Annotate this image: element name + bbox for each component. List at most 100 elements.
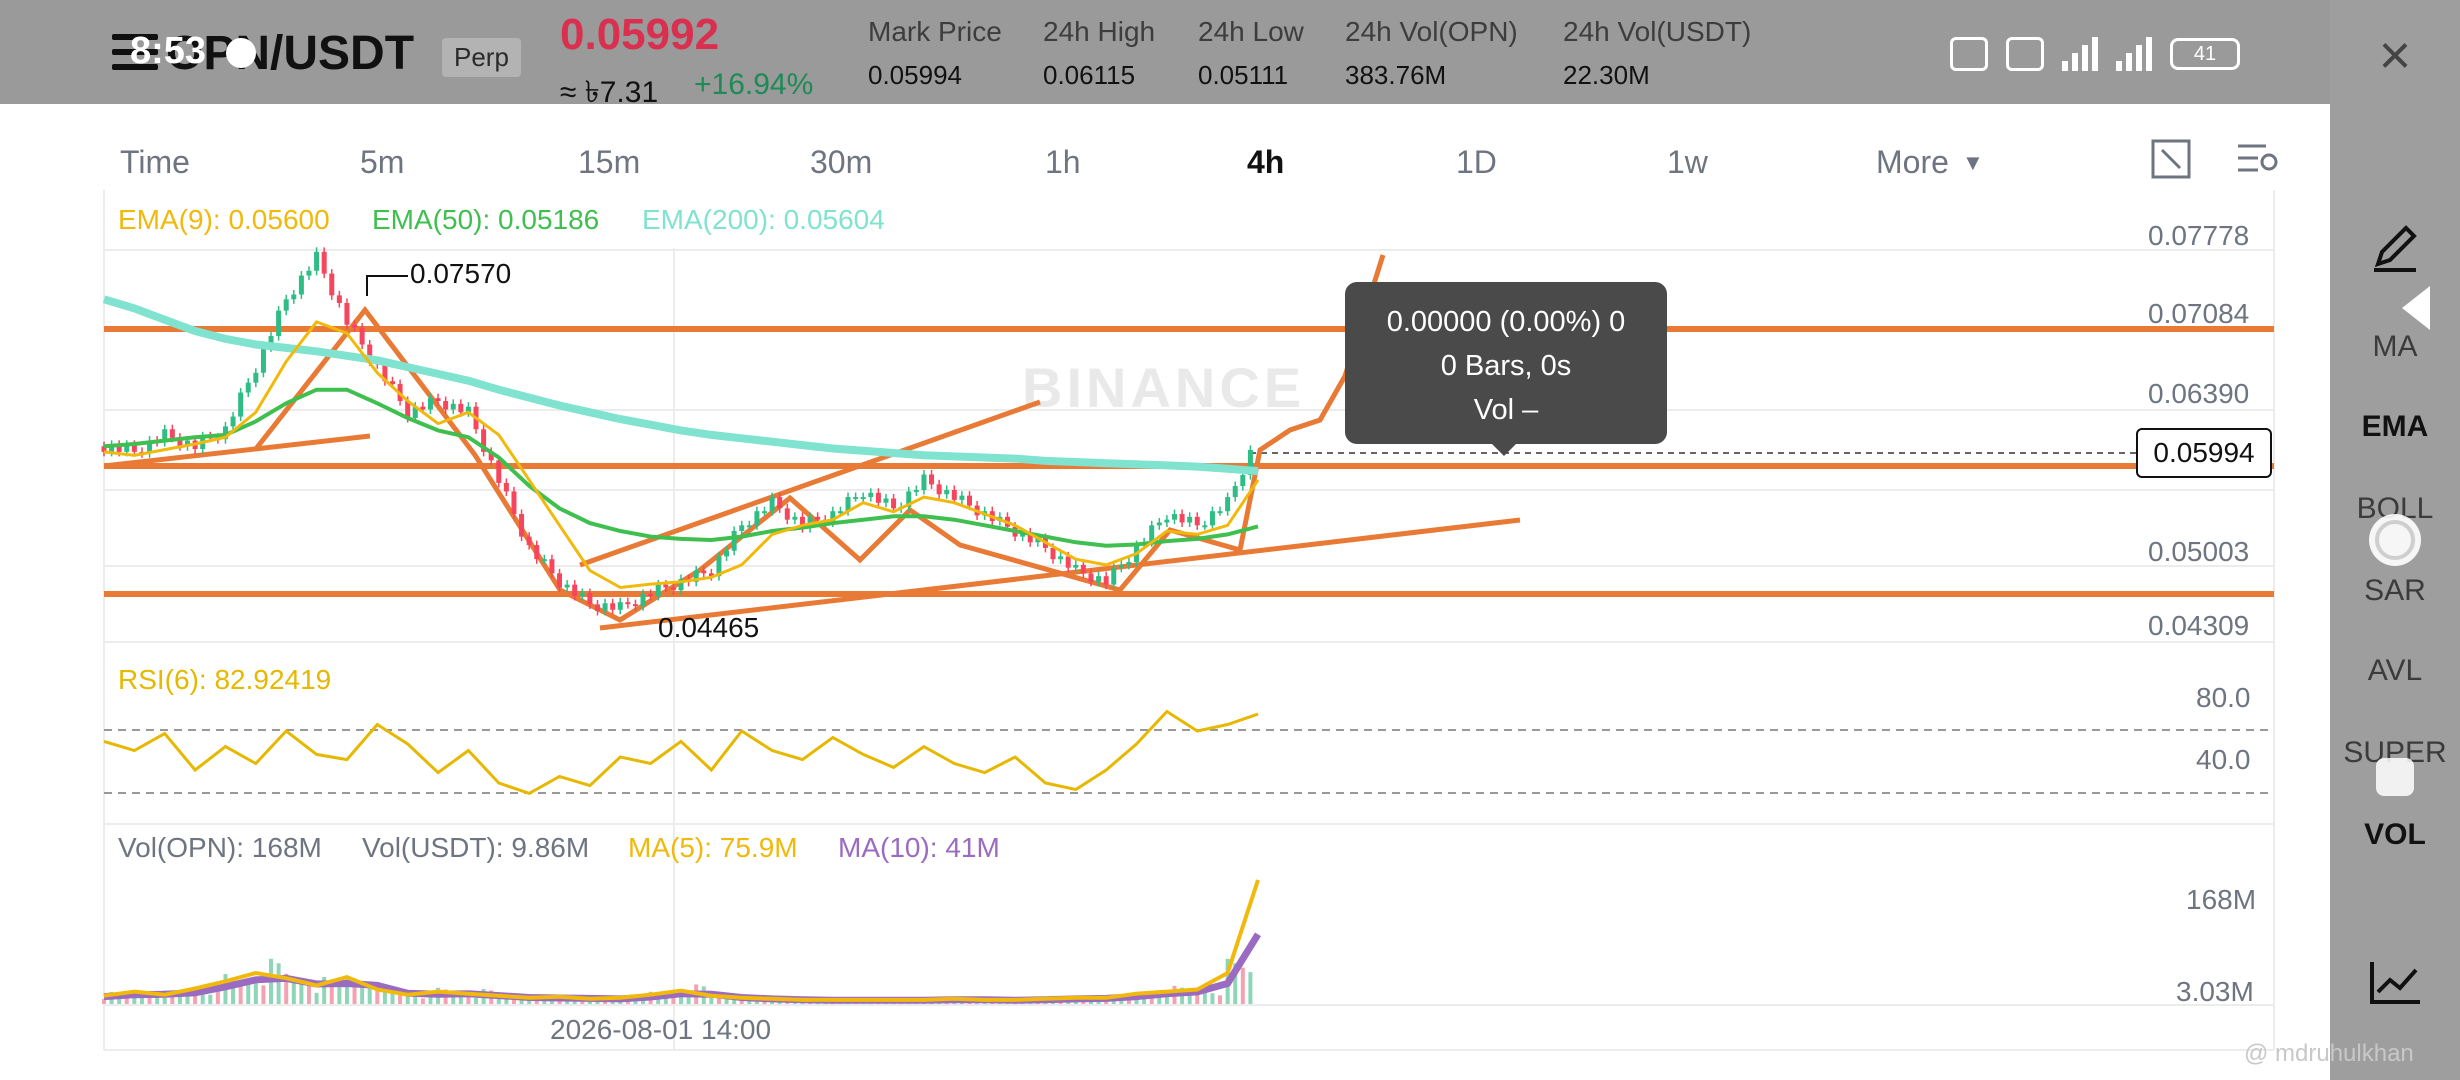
tab-time[interactable]: Time	[120, 144, 190, 181]
candle-body	[458, 403, 464, 413]
chart-canvas[interactable]	[0, 190, 2330, 1060]
tab-5m[interactable]: 5m	[360, 144, 404, 181]
legend-vol-opn: Vol(OPN): 168M	[118, 832, 322, 863]
volume-bar	[253, 980, 258, 1004]
volume-bar	[466, 996, 471, 1004]
close-icon[interactable]: ×	[2330, 20, 2460, 90]
tab-1h[interactable]: 1h	[1045, 144, 1081, 181]
candle-body	[792, 516, 798, 520]
candle-body	[1073, 564, 1079, 568]
candle-body	[883, 498, 889, 503]
stat-label: 24h High	[1043, 16, 1156, 47]
tab-more[interactable]: More	[1876, 144, 1949, 181]
candle-body	[321, 251, 327, 274]
candle-body	[1225, 497, 1231, 512]
stat-24h-vol-opn: 24h Vol(OPN) 383.76M	[1345, 16, 1518, 91]
candle-body	[655, 584, 661, 596]
candle-body	[450, 403, 456, 410]
candle-body	[632, 604, 638, 607]
candle-body	[503, 482, 509, 492]
rsi-tick: 80.0	[2196, 682, 2251, 713]
rsi-line	[103, 709, 1259, 796]
candle-body	[784, 508, 790, 520]
volume-bar	[1248, 972, 1253, 1004]
rsi-tick: 40.0	[2196, 744, 2251, 775]
legend-ema9: EMA(9): 0.05600	[118, 204, 330, 235]
volume-bar	[314, 992, 319, 1004]
ema9-line	[103, 320, 1260, 590]
candle-body	[253, 372, 259, 383]
price-tick: 0.04309	[2148, 610, 2250, 641]
candle-body	[1156, 522, 1162, 526]
candle-body	[427, 398, 433, 410]
candle-body	[1111, 567, 1117, 585]
candle-body	[526, 536, 532, 546]
candle-body	[230, 416, 236, 427]
price-tick: 0.07778	[2148, 220, 2250, 251]
candle-body	[1096, 576, 1102, 582]
tab-4h[interactable]: 4h	[1247, 144, 1284, 181]
candle-body	[1058, 556, 1064, 560]
legend-rsi: RSI(6): 82.92419	[118, 664, 332, 695]
candle-body	[314, 251, 320, 271]
stat-label: 24h Vol(USDT)	[1563, 16, 1752, 47]
status-time: 8:53	[130, 30, 207, 72]
volte-icon	[2006, 37, 2044, 71]
tab-15m[interactable]: 15m	[578, 144, 640, 181]
candle-body	[625, 602, 631, 605]
chevron-down-icon[interactable]: ▼	[1962, 150, 1984, 176]
side-item-vol[interactable]: VOL	[2330, 818, 2460, 852]
side-item-ema[interactable]: EMA	[2330, 410, 2460, 444]
high-price-annotation: 0.07570	[410, 258, 512, 289]
grid	[103, 190, 2275, 1051]
fullscreen-icon[interactable]	[2150, 138, 2192, 180]
candle-body	[435, 398, 441, 402]
candle-body	[564, 584, 570, 588]
last-price: 0.05992	[560, 10, 720, 59]
pencil-icon[interactable]	[2330, 216, 2460, 276]
tab-1d[interactable]: 1D	[1456, 144, 1497, 181]
candle-body	[617, 602, 623, 610]
candle-body	[1217, 511, 1223, 514]
side-item-ma[interactable]: MA	[2330, 330, 2460, 364]
current-price-tag: 0.05994	[2136, 428, 2272, 478]
settings-icon[interactable]	[2236, 138, 2280, 180]
candle-body	[777, 497, 783, 509]
candle-body	[238, 392, 244, 417]
stat-value: 0.05111	[1198, 60, 1289, 90]
signal-icon	[2116, 37, 2152, 71]
system-status-icons: 41	[1950, 34, 2240, 74]
legend-ema50: EMA(50): 0.05186	[372, 204, 600, 235]
trend-lines	[103, 254, 1521, 631]
tab-1w[interactable]: 1w	[1667, 144, 1708, 181]
telegram-icon	[226, 38, 256, 68]
stat-mark-price: Mark Price 0.05994	[868, 16, 1002, 91]
candle-body	[420, 406, 426, 410]
candle-body	[587, 593, 593, 605]
stat-24h-low: 24h Low 0.05111	[1198, 16, 1304, 91]
tooltip-volume: Vol –	[1473, 394, 1539, 426]
candle-body	[572, 584, 578, 596]
candle-body	[534, 545, 540, 560]
line-chart-icon[interactable]	[2330, 952, 2460, 1012]
candle-body	[746, 525, 752, 528]
side-item-avl[interactable]: AVL	[2330, 654, 2460, 688]
candle-body	[602, 603, 608, 611]
volume-bar	[1240, 967, 1245, 1004]
collapse-arrow-icon[interactable]	[2330, 278, 2460, 338]
side-item-sar[interactable]: SAR	[2330, 574, 2460, 608]
candle-body	[769, 497, 775, 512]
volume-bar	[413, 997, 418, 1004]
candle-body	[951, 490, 957, 500]
candle-body	[1232, 486, 1238, 498]
candle-body	[557, 573, 563, 588]
candle-body	[352, 324, 358, 328]
candle-body	[511, 491, 517, 515]
candle-body	[640, 593, 646, 607]
tab-30m[interactable]: 30m	[810, 144, 872, 181]
candle-body	[1088, 573, 1094, 582]
toggle-icon[interactable]	[2330, 510, 2460, 570]
square-icon	[2376, 758, 2414, 796]
candle-body	[936, 484, 942, 495]
volume-bar	[1164, 996, 1169, 1004]
